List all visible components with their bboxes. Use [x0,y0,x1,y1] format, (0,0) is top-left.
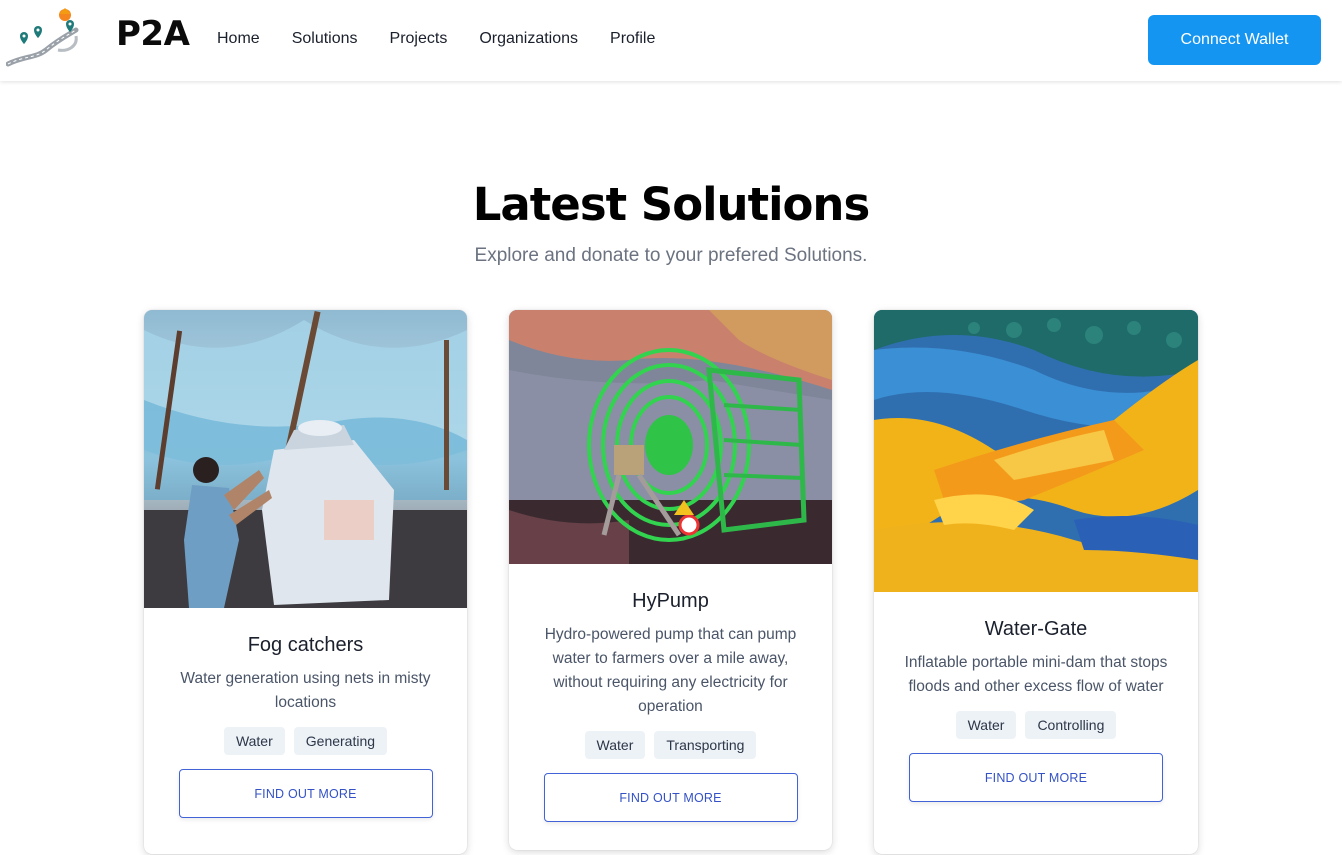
solution-card-water-gate: Water-Gate Inflatable portable mini-dam … [874,310,1198,854]
main-nav: Home Solutions Projects Organizations Pr… [217,30,655,48]
tag[interactable]: Controlling [1025,711,1117,739]
connect-wallet-button[interactable]: Connect Wallet [1148,15,1321,65]
tag[interactable]: Water [584,731,646,759]
tag-list: Water Controlling [874,711,1198,739]
hypump-image [509,310,832,564]
water-gate-image [874,310,1198,592]
brand-name[interactable]: P2A [116,14,190,54]
nav-solutions[interactable]: Solutions [292,30,358,48]
tag[interactable]: Water [955,711,1017,739]
nav-projects[interactable]: Projects [390,30,448,48]
tag[interactable]: Water [223,727,285,755]
solution-card-fog-catchers: Fog catchers Water generation using nets… [144,310,467,854]
p2a-logo[interactable] [6,6,82,70]
card-description: Hydro-powered pump that can pump water t… [544,626,797,715]
tag-list: Water Transporting [509,731,832,759]
tag[interactable]: Transporting [654,731,757,759]
solution-card-hypump: HyPump Hydro-powered pump that can pump … [509,310,832,850]
nav-home[interactable]: Home [217,30,260,48]
nav-profile[interactable]: Profile [610,30,655,48]
tag-list: Water Generating [144,727,467,755]
tag[interactable]: Generating [293,727,388,755]
find-out-more-button[interactable]: FIND OUT MORE [909,753,1163,802]
top-nav-bar: P2A Home Solutions Projects Organization… [0,0,1342,81]
section-subtitle: Explore and donate to your prefered Solu… [474,245,868,266]
card-description: Water generation using nets in misty loc… [180,670,431,711]
card-title: HyPump [632,590,709,612]
find-out-more-button[interactable]: FIND OUT MORE [178,769,433,818]
card-description: Inflatable portable mini-dam that stops … [904,654,1168,695]
card-title: Fog catchers [247,634,364,656]
section-title: Latest Solutions [472,178,871,231]
nav-organizations[interactable]: Organizations [479,30,578,48]
fog-catchers-image [144,310,467,608]
find-out-more-button[interactable]: FIND OUT MORE [543,773,798,822]
card-title: Water-Gate [984,618,1088,640]
